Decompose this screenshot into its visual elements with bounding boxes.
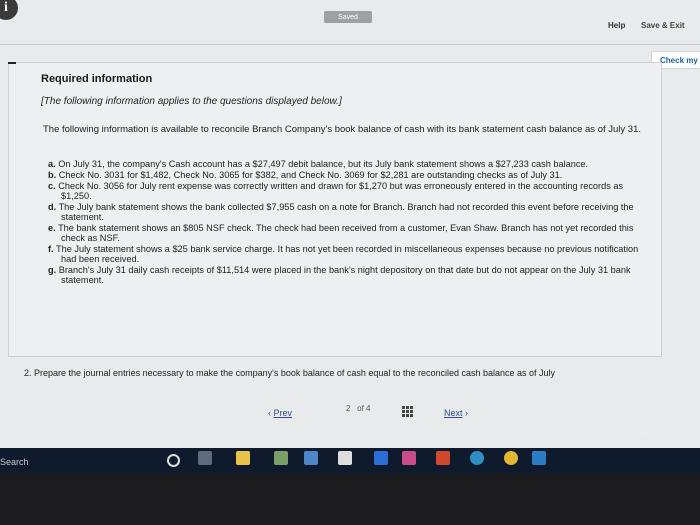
edge-icon[interactable] [470,451,484,465]
header-divider [0,44,700,45]
grid-icon[interactable] [402,406,414,418]
next-button[interactable]: Next › [444,408,468,418]
store-icon[interactable] [274,451,288,465]
app-icon[interactable] [436,451,450,465]
list-item: b. Check No. 3031 for $1,482, Check No. … [48,170,643,180]
item-text: On July 31, the company's Cash account h… [58,159,589,169]
item-text: The July statement shows a $25 bank serv… [56,244,639,264]
save-exit-button[interactable]: Save & Exit [641,21,685,30]
section-subtitle: [The following information applies to th… [41,96,342,107]
cortana-icon[interactable] [167,454,180,467]
item-text: The bank statement shows an $805 NSF che… [58,223,634,243]
help-link[interactable]: Help [608,21,625,30]
screen: i Saved Help Save & Exit Check my Requir… [0,0,700,448]
list-item: f. The July statement shows a $25 bank s… [48,244,643,264]
item-letter: c. [48,181,56,191]
dropbox-icon[interactable] [374,451,388,465]
mail-icon[interactable] [304,451,318,465]
item-letter: e. [48,223,56,233]
item-letter: f. [48,244,54,254]
list-item: d. The July bank statement shows the ban… [48,202,643,222]
amazon-icon[interactable] [338,451,352,465]
chrome-icon[interactable] [504,451,518,465]
app-icon[interactable] [402,451,416,465]
item-letter: a. [48,159,56,169]
chevron-left-icon: ‹ [268,408,271,418]
saved-badge: Saved [324,11,372,23]
item-letter: d. [48,202,57,212]
item-text: Check No. 3031 for $1,482, Check No. 306… [58,170,563,180]
page-total: of 4 [357,404,371,413]
weather-temp: 59°F [636,431,651,438]
laptop-bezel [0,474,700,525]
next-label: Next [444,408,463,418]
section-title: Required information [41,73,153,85]
app-icon[interactable] [532,451,546,465]
prev-button[interactable]: ‹ Prev [268,408,292,418]
taskbar-search[interactable]: Search [0,457,29,467]
task-view-icon[interactable] [198,451,212,465]
item-text: Branch's July 31 daily cash receipts of … [58,265,631,285]
question-text: 2. Prepare the journal entries necessary… [24,368,556,378]
current-page: 2 [346,404,351,413]
list-item: e. The bank statement shows an $805 NSF … [48,223,643,243]
item-text: The July bank statement shows the bank c… [58,202,634,222]
chevron-right-icon: › [465,408,469,418]
item-letter: g. [48,265,57,275]
list-item: a. On July 31, the company's Cash accoun… [48,159,643,169]
list-item: c. Check No. 3056 for July rent expense … [48,181,643,201]
intro-text: The following information is available t… [43,124,641,135]
info-list: a. On July 31, the company's Cash accoun… [48,159,643,286]
page-indicator[interactable]: 2 of 4 [346,404,370,413]
prev-label: Prev [273,408,293,418]
item-text: Check No. 3056 for July rent expense was… [58,181,624,201]
panel-collapse-marker [8,62,16,64]
file-explorer-icon[interactable] [236,451,250,465]
list-item: g. Branch's July 31 daily cash receipts … [48,265,643,285]
item-letter: b. [48,170,57,180]
info-icon[interactable]: i [0,0,18,20]
